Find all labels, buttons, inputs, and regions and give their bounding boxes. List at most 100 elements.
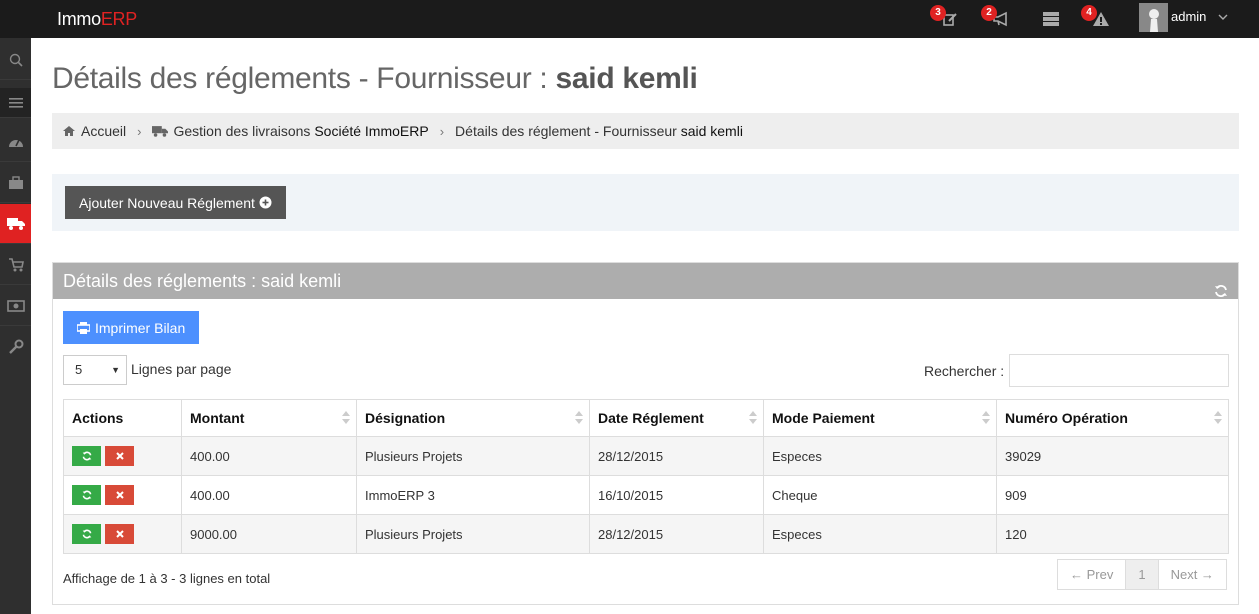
table-row: 400.00 ImmoERP 3 16/10/2015 Cheque 909 (63, 475, 1229, 515)
announcements-notification[interactable]: 2 (981, 5, 1014, 32)
cell-numero: 39029 (996, 436, 1229, 476)
cell-mode: Especes (763, 436, 997, 476)
portlet-title: Détails des réglements : said kemli (63, 271, 342, 291)
breadcrumb-livraisons[interactable]: Gestion des livraisons Société ImmoERP (173, 123, 428, 139)
column-header-numero[interactable]: Numéro Opération (996, 399, 1229, 437)
cell-date: 28/12/2015 (589, 514, 764, 554)
avatar[interactable] (1139, 3, 1168, 32)
money-icon (6, 299, 25, 312)
tasks-notification[interactable]: 3 (930, 5, 963, 32)
chevron-down-icon[interactable] (1218, 9, 1228, 27)
page-title-name: said kemli (555, 62, 698, 95)
tasks-badge: 3 (930, 5, 946, 21)
breadcrumb-livraisons-label: Gestion des livraisons (173, 123, 315, 139)
column-header-montant[interactable]: Montant (181, 399, 357, 437)
home-icon (62, 125, 76, 137)
column-label: Mode Paiement (772, 410, 875, 426)
search-icon (9, 53, 23, 67)
sort-icon (575, 411, 583, 427)
search-label: Rechercher : (924, 363, 1005, 379)
column-label: Montant (190, 410, 245, 426)
pagination-page[interactable]: 1 (1126, 560, 1159, 589)
alerts-badge: 4 (1081, 5, 1097, 21)
breadcrumb: Accueil › Gestion des livraisons Société… (52, 113, 1239, 149)
row-actions (63, 436, 182, 476)
cell-mode: Cheque (763, 475, 997, 515)
sidebar (0, 38, 31, 614)
row-actions (63, 475, 182, 515)
table-info: Affichage de 1 à 3 - 3 lignes en total (63, 571, 271, 586)
delete-button[interactable] (105, 524, 134, 544)
sidebar-item-ventes[interactable] (0, 245, 31, 285)
update-button[interactable] (72, 446, 101, 466)
caret-down-icon: ▼ (111, 365, 120, 375)
pagination-prev[interactable]: ← Prev (1058, 560, 1127, 589)
pagination-next[interactable]: Next → (1159, 560, 1226, 589)
cart-icon (8, 257, 24, 271)
table-row: 9000.00 Plusieurs Projets 28/12/2015 Esp… (63, 514, 1229, 554)
user-name[interactable]: admin (1171, 9, 1206, 24)
alerts-notification[interactable]: 4 (1081, 5, 1114, 32)
dashboard-icon (8, 139, 23, 147)
cell-designation: Plusieurs Projets (356, 514, 590, 554)
sidebar-item-dashboard[interactable] (0, 122, 31, 162)
sidebar-item-projects[interactable] (0, 163, 31, 203)
cell-montant: 400.00 (181, 475, 357, 515)
column-header-date[interactable]: Date Réglement (589, 399, 764, 437)
sidebar-item-settings[interactable] (0, 327, 31, 367)
briefcase-icon (8, 175, 23, 189)
reglements-portlet: Détails des réglements : said kemli Impr… (52, 262, 1239, 605)
announcements-badge: 2 (981, 5, 997, 21)
sort-icon (342, 411, 350, 427)
pagination: ← Prev 1 Next → (1057, 559, 1227, 590)
cell-montant: 9000.00 (181, 514, 357, 554)
page-size-select[interactable]: 5 ▼ (63, 355, 127, 385)
action-bar: Ajouter Nouveau Réglement (52, 174, 1239, 231)
update-button[interactable] (72, 524, 101, 544)
breadcrumb-separator-icon: › (137, 123, 142, 139)
user-silhouette-icon (1148, 9, 1159, 32)
column-label: Numéro Opération (1005, 410, 1128, 426)
sidebar-item-menu-toggle[interactable] (0, 88, 31, 118)
close-icon (115, 530, 124, 538)
cell-designation: ImmoERP 3 (356, 475, 590, 515)
cell-designation: Plusieurs Projets (356, 436, 590, 476)
refresh-icon[interactable] (1214, 274, 1228, 310)
column-header-actions: Actions (63, 399, 182, 437)
breadcrumb-home[interactable]: Accueil (81, 123, 126, 139)
column-header-designation[interactable]: Désignation (356, 399, 590, 437)
print-icon (77, 321, 90, 334)
print-bilan-button[interactable]: Imprimer Bilan (63, 311, 200, 344)
cell-numero: 909 (996, 475, 1229, 515)
add-reglement-button[interactable]: Ajouter Nouveau Réglement (65, 186, 286, 219)
page-title: Détails des réglements - Fournisseur : s… (52, 62, 698, 96)
cell-montant: 400.00 (181, 436, 357, 476)
delete-button[interactable] (105, 446, 134, 466)
truck-icon (152, 125, 169, 137)
cell-mode: Especes (763, 514, 997, 554)
app-logo[interactable]: ImmoERP (57, 9, 137, 30)
cell-date: 28/12/2015 (589, 436, 764, 476)
add-reglement-label: Ajouter Nouveau Réglement (79, 194, 255, 211)
sidebar-item-livraisons[interactable] (0, 204, 31, 244)
search-input[interactable] (1009, 354, 1229, 387)
sort-icon (1214, 411, 1222, 427)
reglements-table: Actions Montant Désignation Date Régleme… (63, 399, 1229, 554)
breadcrumb-current: Détails des réglement - Fournisseur said… (455, 123, 743, 139)
sidebar-item-finances[interactable] (0, 286, 31, 326)
row-actions (63, 514, 182, 554)
wrench-icon (8, 339, 23, 354)
column-header-mode[interactable]: Mode Paiement (763, 399, 997, 437)
sort-icon (749, 411, 757, 427)
sort-icon (982, 411, 990, 427)
delete-button[interactable] (105, 485, 134, 505)
page-title-prefix: Détails des réglements - Fournisseur : (52, 62, 556, 95)
update-button[interactable] (72, 485, 101, 505)
menu-toggle-icon (8, 97, 23, 108)
server-status[interactable] (1038, 6, 1064, 32)
portlet-header: Détails des réglements : said kemli (53, 263, 1238, 299)
table-header-row: Actions Montant Désignation Date Régleme… (63, 399, 1229, 437)
cell-date: 16/10/2015 (589, 475, 764, 515)
refresh-icon (82, 529, 91, 539)
sidebar-item-search[interactable] (0, 40, 31, 80)
